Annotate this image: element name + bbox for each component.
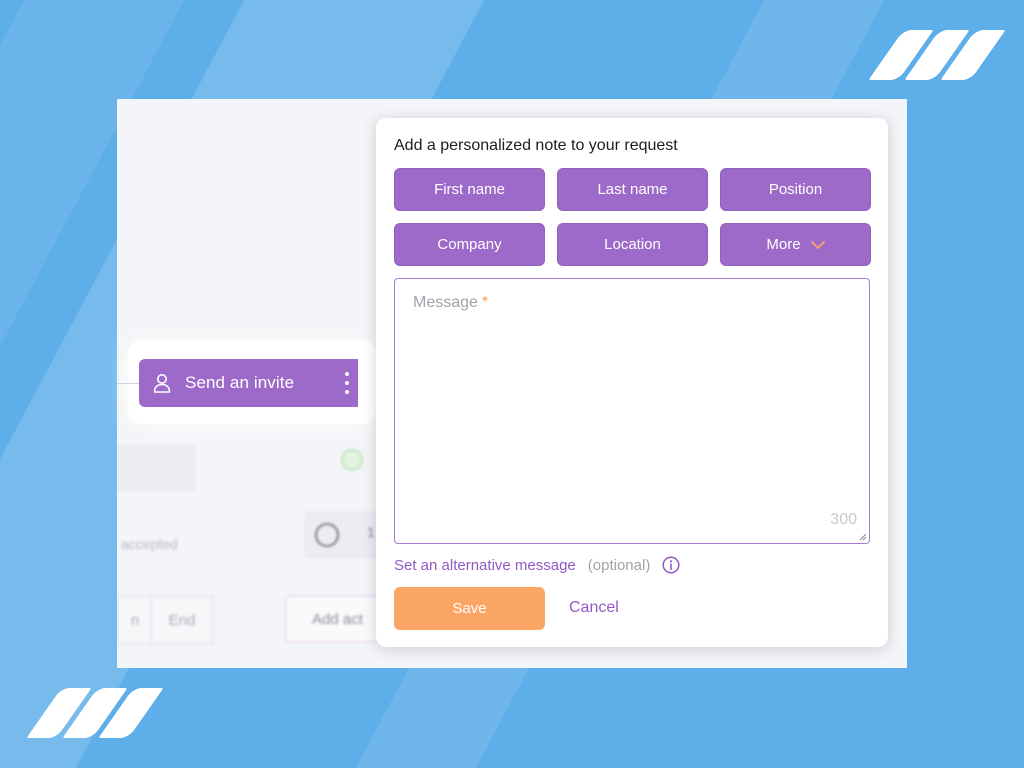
send-invite-label: Send an invite — [185, 373, 295, 392]
popup-title: Add a personalized note to your request — [394, 137, 678, 154]
cancel-button[interactable]: Cancel — [569, 599, 619, 617]
brand-logo — [26, 688, 164, 738]
more-tags-label: More — [766, 236, 801, 253]
message-textarea[interactable] — [395, 279, 869, 543]
resize-handle-icon[interactable] — [859, 533, 867, 541]
variable-tags: First name Last name Position Company Lo… — [394, 168, 871, 266]
info-icon[interactable] — [662, 556, 680, 574]
ghost-end-segment: End — [151, 596, 213, 644]
ghost-status-dot — [341, 449, 363, 471]
ghost-timer-value: 1 — [367, 524, 375, 540]
first-name-tag-button[interactable]: First name — [394, 168, 545, 211]
optional-label: (optional) — [587, 556, 651, 574]
ghost-accepted-text: accepted — [121, 536, 178, 552]
send-invite-node[interactable]: Send an invite — [139, 359, 358, 407]
company-tag-button[interactable]: Company — [394, 223, 545, 266]
last-name-tag-button[interactable]: Last name — [557, 168, 708, 211]
alternative-message-row: Set an alternative message (optional) — [394, 556, 680, 574]
message-field[interactable]: Message * 300 — [394, 278, 870, 544]
person-icon — [153, 374, 171, 393]
set-alternative-message-link[interactable]: Set an alternative message — [394, 557, 576, 574]
kebab-menu-icon[interactable] — [344, 372, 350, 394]
more-tags-button[interactable]: More — [720, 223, 871, 266]
save-button[interactable]: Save — [394, 587, 545, 630]
position-tag-button[interactable]: Position — [720, 168, 871, 211]
location-tag-button[interactable]: Location — [557, 223, 708, 266]
connector-line — [117, 383, 141, 384]
personalized-note-popup: Add a personalized note to your request … — [376, 118, 888, 647]
timer-icon — [315, 523, 339, 547]
ghost-dropdown — [117, 445, 195, 491]
character-limit: 300 — [830, 511, 857, 528]
brand-logo — [868, 30, 1006, 80]
ghost-segment: n — [117, 596, 153, 644]
chevron-down-icon — [810, 240, 825, 249]
